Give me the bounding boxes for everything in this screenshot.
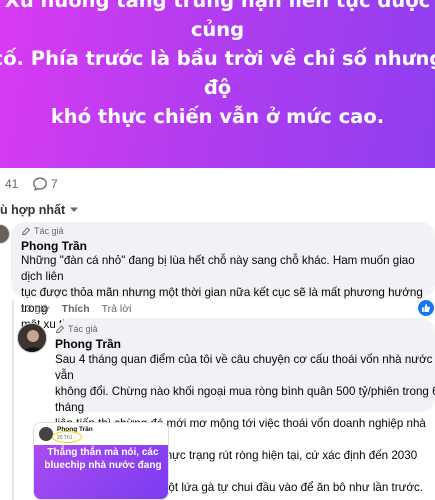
like-count[interactable]: 41 — [5, 177, 25, 191]
shared-post-header: Phong Trần 20 Th1 · — [34, 423, 168, 445]
shared-post-text: Thẳng thắn mà nói, các bluechip nhà nước… — [44, 447, 162, 471]
avatar[interactable] — [0, 224, 10, 244]
comment-count[interactable]: 7 — [51, 177, 71, 191]
thread-line — [12, 300, 14, 500]
comment-sort-dropdown[interactable]: ù hợp nhất — [0, 203, 79, 217]
pen-icon — [55, 324, 65, 333]
thumbs-up-icon — [422, 304, 431, 312]
comment-time[interactable]: 13 giờ — [20, 303, 50, 315]
shared-post-preview[interactable]: Phong Trần 20 Th1 · Thẳng thắn mà nói, c… — [33, 422, 169, 500]
author-badge: Tác giả — [55, 324, 98, 334]
comment-sort-label: ù hợp nhất — [0, 203, 66, 217]
comment-author[interactable]: Phong Trần — [55, 337, 121, 351]
comment-actions: 13 giờ Thích Trả lời — [20, 303, 144, 315]
pen-icon — [21, 226, 31, 235]
post-banner: Xu hướng tăng trưng hạn liên tục được củ… — [0, 0, 435, 168]
author-badge-label: Tác giả — [68, 324, 98, 334]
comment-icon[interactable] — [32, 176, 48, 192]
profile-photo — [18, 324, 46, 352]
post-banner-text: Xu hướng tăng trưng hạn liên tục được củ… — [0, 0, 435, 128]
highlight-circle — [52, 431, 82, 443]
reply-button[interactable]: Trả lời — [102, 303, 132, 315]
like-reaction-icon[interactable] — [418, 300, 434, 316]
like-button[interactable]: Thích — [62, 303, 90, 315]
avatar — [39, 427, 53, 441]
author-badge: Tác giả — [21, 226, 64, 236]
comment-bubble: Tác giả Phong Trần Những "đàn cá nhỏ" đa… — [11, 222, 435, 331]
comment-bubble: Tác giả Phong Trần Sau 4 tháng quan điểm… — [55, 318, 435, 494]
comment-author[interactable]: Phong Trần — [21, 239, 87, 253]
author-badge-label: Tác giả — [34, 226, 64, 236]
avatar[interactable] — [17, 323, 47, 353]
chevron-down-icon — [70, 207, 79, 212]
